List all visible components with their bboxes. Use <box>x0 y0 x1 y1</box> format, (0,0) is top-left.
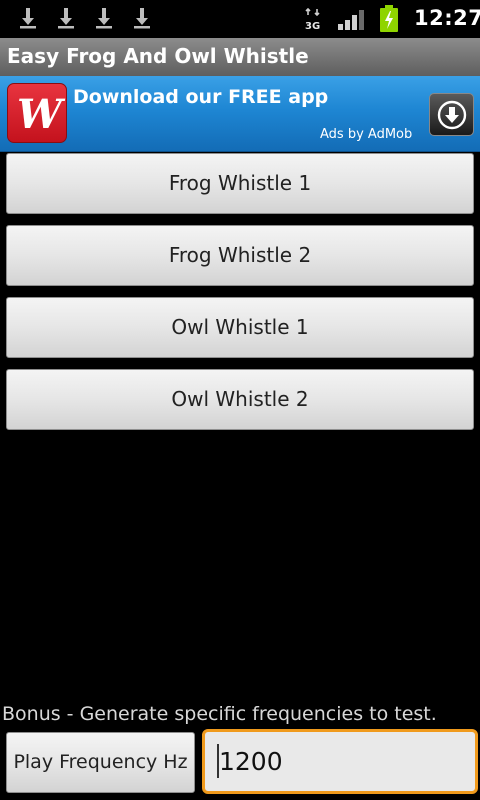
bonus-description: Bonus - Generate specific frequencies to… <box>2 703 437 725</box>
ad-banner[interactable]: W Download our FREE app Ads by AdMob <box>0 76 480 152</box>
download-icon[interactable] <box>19 7 37 29</box>
status-bar: 3G 12:27 <box>0 0 480 38</box>
ad-attribution: Ads by AdMob <box>320 127 413 142</box>
status-clock: 12:27 <box>414 6 480 30</box>
network-type-label: 3G <box>305 21 320 32</box>
frog-whistle-1-button[interactable]: Frog Whistle 1 <box>6 153 474 214</box>
owl-whistle-2-button[interactable]: Owl Whistle 2 <box>6 369 474 430</box>
play-frequency-button[interactable]: Play Frequency Hz <box>6 732 195 793</box>
screen: 3G 12:27 Easy Frog And Owl Whistle W Dow… <box>0 0 480 800</box>
frog-whistle-2-button[interactable]: Frog Whistle 2 <box>6 225 474 286</box>
app-title-bar: Easy Frog And Owl Whistle <box>0 38 480 76</box>
owl-whistle-1-button[interactable]: Owl Whistle 1 <box>6 297 474 358</box>
download-icon[interactable] <box>133 7 151 29</box>
walgreens-logo-icon[interactable]: W <box>7 83 67 143</box>
ad-download-button[interactable] <box>429 93 474 136</box>
svg-text:W: W <box>17 91 66 138</box>
app-title: Easy Frog And Owl Whistle <box>7 44 309 68</box>
battery-charging-icon <box>379 5 399 33</box>
text-cursor <box>217 744 219 778</box>
download-icon[interactable] <box>95 7 113 29</box>
ad-headline[interactable]: Download our FREE app <box>73 86 328 108</box>
signal-strength-icon <box>337 9 365 31</box>
download-circle-icon <box>437 100 466 130</box>
network-3g-icon: 3G <box>303 7 323 32</box>
download-icon[interactable] <box>57 7 75 29</box>
frequency-input[interactable] <box>202 729 478 794</box>
